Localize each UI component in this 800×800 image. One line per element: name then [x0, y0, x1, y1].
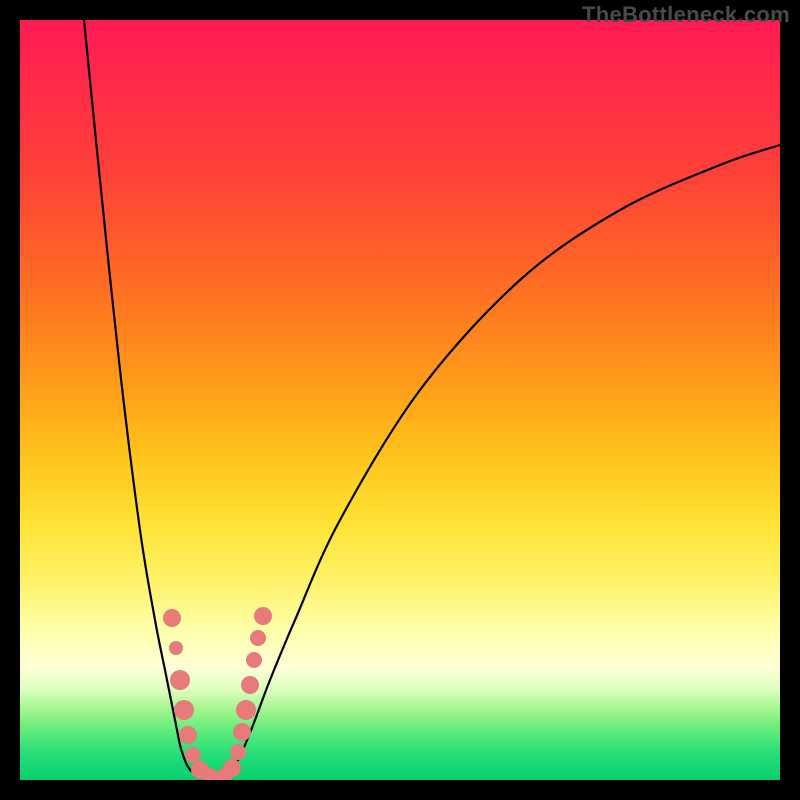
- right-curve: [220, 145, 780, 778]
- bead-marker: [174, 700, 194, 720]
- left-curve: [84, 20, 202, 778]
- bead-marker: [246, 652, 262, 668]
- chart-svg: [20, 20, 780, 780]
- bead-marker: [223, 759, 241, 777]
- bead-marker: [170, 670, 190, 690]
- bead-marker: [250, 630, 266, 646]
- bead-marker: [241, 676, 259, 694]
- bead-marker: [236, 700, 256, 720]
- watermark-text: TheBottleneck.com: [582, 2, 790, 28]
- chart-plot-area: [20, 20, 780, 780]
- bead-marker: [179, 726, 197, 744]
- bead-marker: [185, 747, 201, 763]
- bead-marker: [163, 609, 181, 627]
- chart-frame: TheBottleneck.com: [0, 0, 800, 800]
- bead-marker: [233, 723, 251, 741]
- bead-marker: [230, 744, 246, 760]
- bead-marker: [254, 607, 272, 625]
- bead-markers: [163, 607, 272, 780]
- bead-marker: [169, 641, 183, 655]
